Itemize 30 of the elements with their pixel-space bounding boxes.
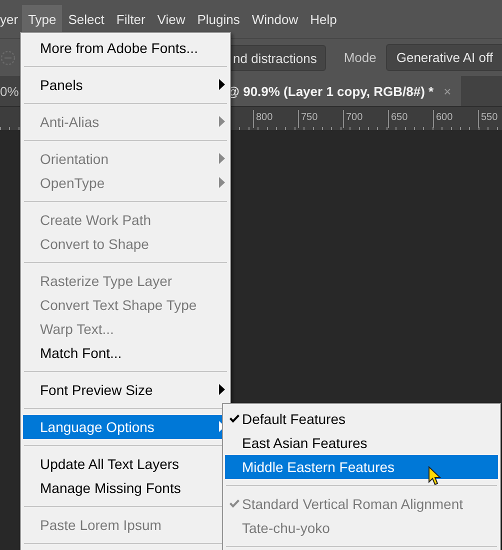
menu-bar-item[interactable]: Plugins <box>191 4 246 34</box>
menu-item[interactable]: More from Adobe Fonts... <box>23 36 228 60</box>
mode-label: Mode <box>344 50 376 65</box>
ruler-label: 650 <box>388 110 433 128</box>
ruler-label: 700 <box>343 110 388 128</box>
submenu-arrow-icon <box>219 79 225 90</box>
submenu-arrow-icon <box>219 384 225 395</box>
menu-item[interactable]: Default Features <box>225 407 498 431</box>
ruler-label: 600 <box>433 110 478 128</box>
circle-icon[interactable] <box>0 50 16 66</box>
cursor-icon <box>428 466 442 486</box>
menu-item[interactable]: Middle Eastern Features <box>225 455 498 479</box>
mode-dropdown[interactable]: Generative AI off <box>386 44 502 71</box>
menu-bar-item[interactable]: View <box>151 4 192 34</box>
menu-item[interactable]: Match Font... <box>23 341 228 365</box>
ruler-label: 750 <box>298 110 343 128</box>
menu-bar-item[interactable]: Type <box>22 4 62 34</box>
ruler-label: 800 <box>253 110 298 128</box>
submenu-arrow-icon <box>219 116 225 127</box>
submenu-arrow-icon <box>219 153 225 164</box>
ruler-label: 550 <box>478 110 502 128</box>
menu-bar-item[interactable]: Filter <box>110 4 152 34</box>
menu-bar-item[interactable]: Help <box>304 4 343 34</box>
menu-item[interactable]: Font Preview Size <box>23 378 228 402</box>
menu-item[interactable]: East Asian Features <box>225 431 498 455</box>
distractions-button[interactable]: nd distractions <box>228 44 326 70</box>
menu-bar-item[interactable]: yer <box>0 4 22 34</box>
menu-bar-item[interactable]: Select <box>62 4 110 34</box>
submenu-arrow-icon <box>219 177 225 188</box>
menu-bar-item[interactable]: Window <box>246 4 304 34</box>
